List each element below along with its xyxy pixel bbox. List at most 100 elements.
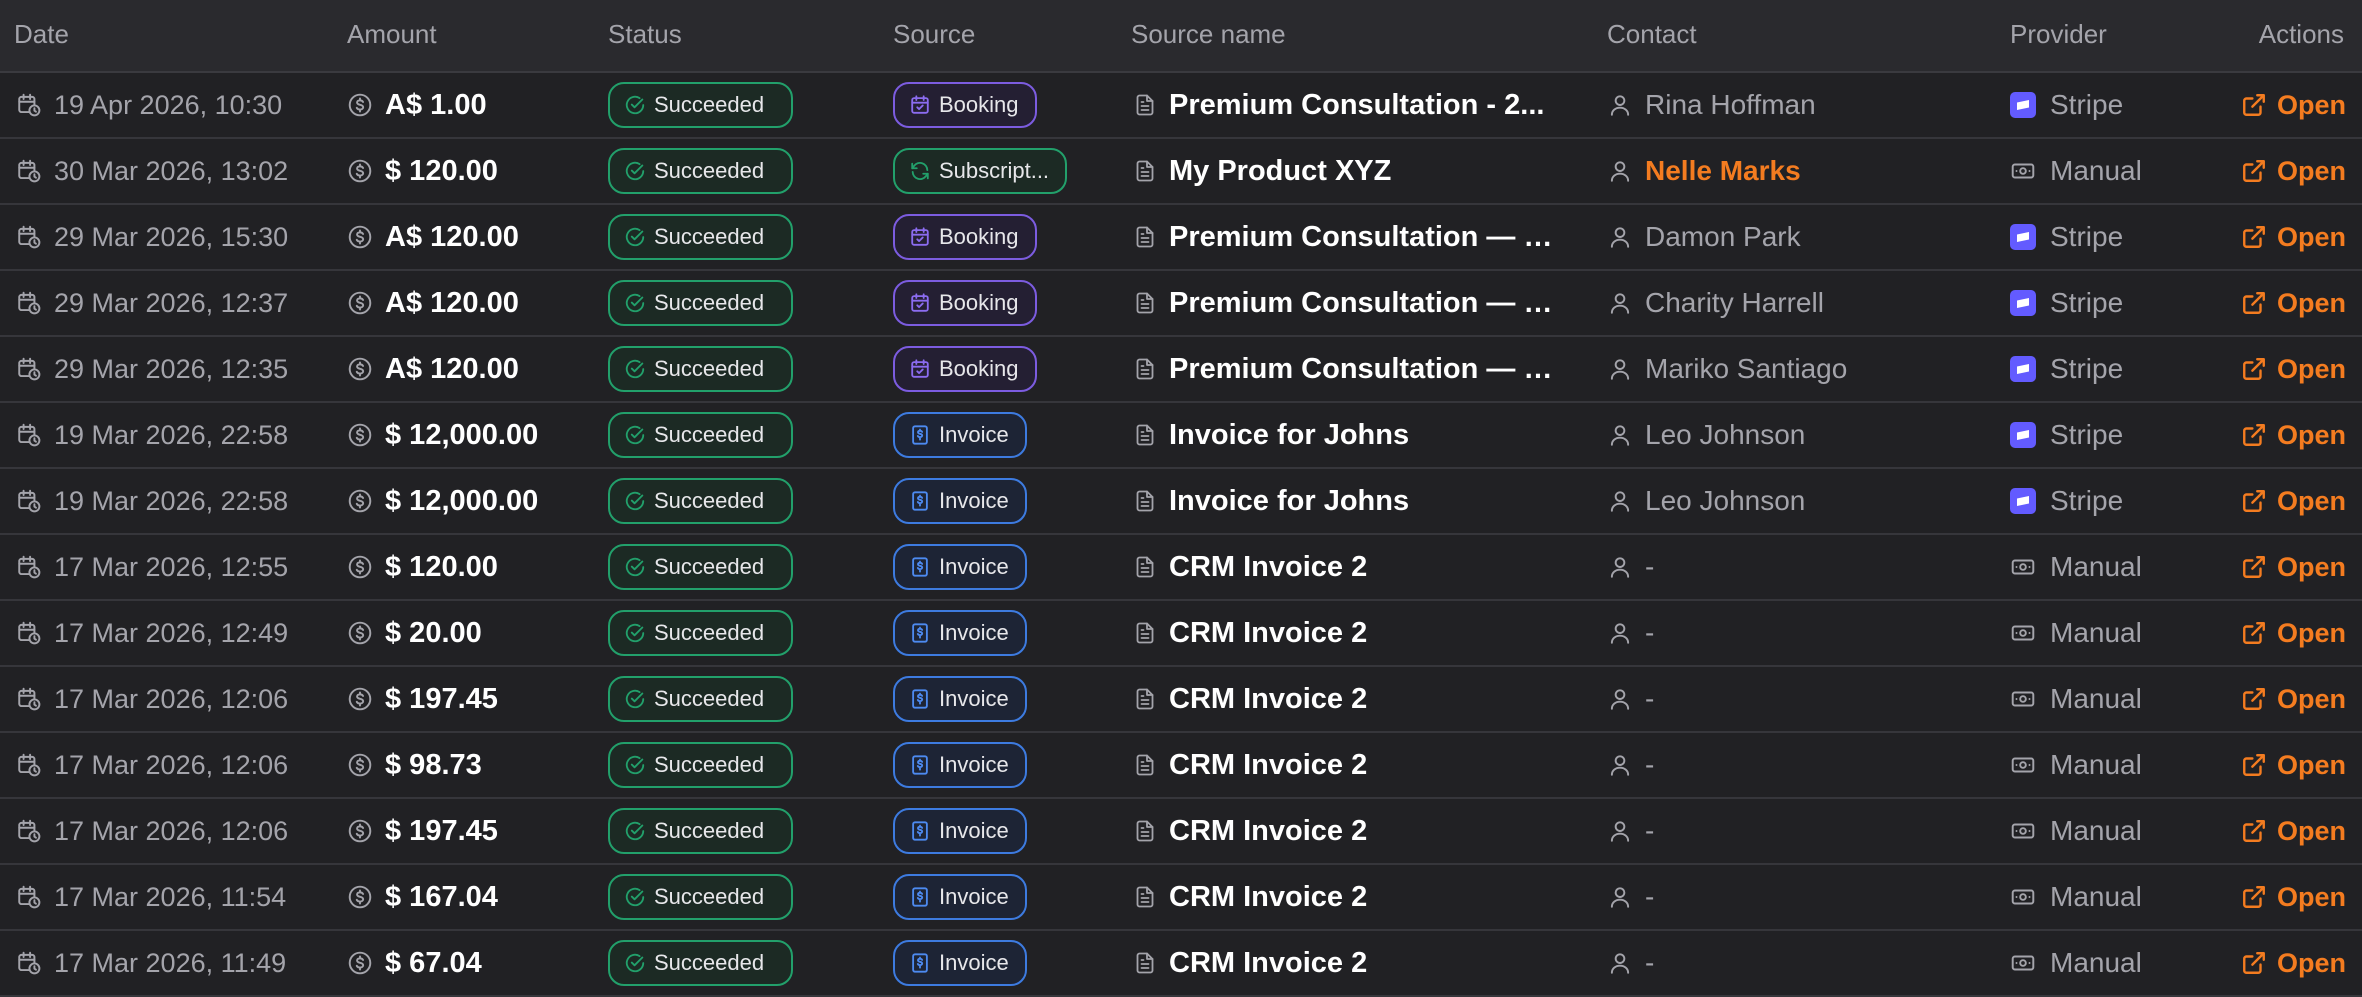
table-row[interactable]: 19 Apr 2026, 10:30 A$ 1.00 Succeeded [0, 73, 2362, 139]
contact-cell[interactable]: Charity Harrell [1607, 271, 1987, 335]
source-name-cell[interactable]: CRM Invoice 2 [1133, 931, 1563, 995]
open-link[interactable]: Open [2230, 667, 2346, 731]
contact-cell[interactable]: - [1607, 733, 1987, 797]
column-header-source-name[interactable]: Source name [1131, 0, 1286, 70]
open-link[interactable]: Open [2230, 139, 2346, 203]
table-row[interactable]: 17 Mar 2026, 11:49 $ 67.04 Succeeded [0, 931, 2362, 997]
source-name-cell[interactable]: Premium Consultation — 2... [1133, 205, 1563, 269]
amount-cell: A$ 120.00 [347, 271, 592, 335]
source-name-cell[interactable]: CRM Invoice 2 [1133, 667, 1563, 731]
cash-icon [2010, 950, 2036, 976]
booking-icon [909, 226, 931, 248]
contact-cell[interactable]: - [1607, 535, 1987, 599]
user-icon [1607, 356, 1633, 382]
source-name-cell[interactable]: Premium Consultation - 2... [1133, 73, 1563, 137]
contact-cell[interactable]: - [1607, 601, 1987, 665]
open-link[interactable]: Open [2230, 931, 2346, 995]
column-header-status[interactable]: Status [608, 0, 682, 70]
open-link[interactable]: Open [2230, 271, 2346, 335]
source-name-cell[interactable]: CRM Invoice 2 [1133, 535, 1563, 599]
open-link[interactable]: Open [2230, 469, 2346, 533]
column-header-date[interactable]: Date [14, 0, 69, 70]
table-row[interactable]: 19 Mar 2026, 22:58 $ 12,000.00 Succeede [0, 403, 2362, 469]
source-cell: Invoice [893, 403, 1113, 467]
source-badge: Booking [893, 82, 1037, 128]
column-header-amount[interactable]: Amount [347, 0, 437, 70]
open-link[interactable]: Open [2230, 73, 2346, 137]
open-link[interactable]: Open [2230, 733, 2346, 797]
contact-cell[interactable]: - [1607, 865, 1987, 929]
amount-text: $ 120.00 [385, 155, 498, 188]
open-link[interactable]: Open [2230, 205, 2346, 269]
contact-name: - [1645, 617, 1654, 649]
status-cell: Succeeded [608, 469, 878, 533]
source-text: Invoice [939, 884, 1009, 910]
table-row[interactable]: 17 Mar 2026, 12:55 $ 120.00 Succeeded [0, 535, 2362, 601]
open-link[interactable]: Open [2230, 403, 2346, 467]
provider-cell: Stripe [2010, 469, 2210, 533]
contact-cell[interactable]: - [1607, 667, 1987, 731]
source-name-cell[interactable]: CRM Invoice 2 [1133, 799, 1563, 863]
open-link[interactable]: Open [2230, 337, 2346, 401]
date-cell: 19 Mar 2026, 22:58 [16, 469, 336, 533]
column-header-source[interactable]: Source [893, 0, 975, 70]
open-link[interactable]: Open [2230, 535, 2346, 599]
invoice-icon [909, 490, 931, 512]
column-header-contact[interactable]: Contact [1607, 0, 1697, 70]
amount-cell: A$ 120.00 [347, 205, 592, 269]
source-text: Booking [939, 356, 1019, 382]
source-name-text: Invoice for Johns [1169, 485, 1409, 518]
open-link[interactable]: Open [2230, 865, 2346, 929]
source-name-cell[interactable]: Premium Consultation — 2... [1133, 337, 1563, 401]
stripe-icon [2010, 356, 2050, 382]
column-header-provider[interactable]: Provider [2010, 0, 2107, 70]
provider-text: Manual [2050, 683, 2142, 715]
open-link[interactable]: Open [2230, 601, 2346, 665]
contact-cell[interactable]: Leo Johnson [1607, 469, 1987, 533]
status-text: Succeeded [654, 620, 764, 646]
table-row[interactable]: 17 Mar 2026, 11:54 $ 167.04 Succeeded [0, 865, 2362, 931]
source-name-cell[interactable]: Invoice for Johns [1133, 403, 1563, 467]
table-row[interactable]: 19 Mar 2026, 22:58 $ 12,000.00 Succeede [0, 469, 2362, 535]
cash-icon [2010, 818, 2050, 844]
table-row[interactable]: 17 Mar 2026, 12:49 $ 20.00 Succeeded [0, 601, 2362, 667]
table-row[interactable]: 29 Mar 2026, 15:30 A$ 120.00 Succeeded [0, 205, 2362, 271]
amount-text: A$ 120.00 [385, 353, 519, 386]
table-row[interactable]: 29 Mar 2026, 12:35 A$ 120.00 Succeeded [0, 337, 2362, 403]
date-cell: 29 Mar 2026, 12:35 [16, 337, 336, 401]
contact-cell[interactable]: - [1607, 931, 1987, 995]
source-name-cell[interactable]: CRM Invoice 2 [1133, 733, 1563, 797]
contact-cell[interactable]: Leo Johnson [1607, 403, 1987, 467]
source-name-cell[interactable]: My Product XYZ [1133, 139, 1563, 203]
source-name-cell[interactable]: Invoice for Johns [1133, 469, 1563, 533]
stripe-logo-icon [2010, 224, 2036, 250]
table-row[interactable]: 30 Mar 2026, 13:02 $ 120.00 Succeeded [0, 139, 2362, 205]
table-row[interactable]: 29 Mar 2026, 12:37 A$ 120.00 Succeeded [0, 271, 2362, 337]
contact-cell[interactable]: - [1607, 799, 1987, 863]
source-name-cell[interactable]: CRM Invoice 2 [1133, 865, 1563, 929]
user-icon [1607, 620, 1633, 646]
amount-cell: $ 12,000.00 [347, 469, 592, 533]
amount-text: $ 20.00 [385, 617, 482, 650]
stripe-logo-icon [2010, 290, 2036, 316]
table-row[interactable]: 17 Mar 2026, 12:06 $ 197.45 Succeeded [0, 667, 2362, 733]
source-name-cell[interactable]: Premium Consultation — 2... [1133, 271, 1563, 335]
status-badge: Succeeded [608, 544, 793, 590]
contact-name: Damon Park [1645, 221, 1801, 253]
subscription-icon [909, 160, 931, 182]
contact-cell[interactable]: Rina Hoffman [1607, 73, 1987, 137]
contact-cell[interactable]: Mariko Santiago [1607, 337, 1987, 401]
provider-text: Manual [2050, 815, 2142, 847]
open-link[interactable]: Open [2230, 799, 2346, 863]
contact-cell[interactable]: Nelle Marks [1607, 139, 1987, 203]
source-badge: Invoice [893, 610, 1027, 656]
date-cell: 19 Mar 2026, 22:58 [16, 403, 336, 467]
status-cell: Succeeded [608, 931, 878, 995]
external-link-icon [2241, 224, 2267, 250]
date-text: 29 Mar 2026, 12:35 [54, 354, 288, 385]
status-cell: Succeeded [608, 271, 878, 335]
contact-cell[interactable]: Damon Park [1607, 205, 1987, 269]
table-row[interactable]: 17 Mar 2026, 12:06 $ 98.73 Succeeded [0, 733, 2362, 799]
source-name-cell[interactable]: CRM Invoice 2 [1133, 601, 1563, 665]
table-row[interactable]: 17 Mar 2026, 12:06 $ 197.45 Succeeded [0, 799, 2362, 865]
